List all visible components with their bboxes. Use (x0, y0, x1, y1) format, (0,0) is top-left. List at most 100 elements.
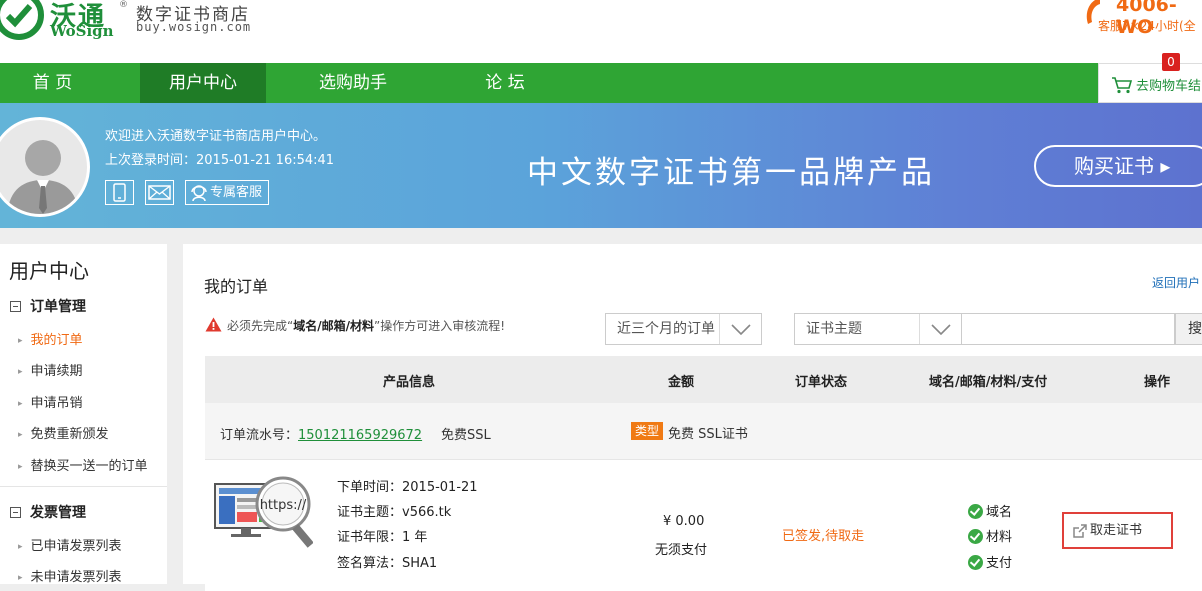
search-input[interactable] (961, 313, 1175, 345)
sidebar-item-reissue[interactable]: ▸ 免费重新颁发 (18, 423, 109, 442)
order-price: ¥ 0.00 (663, 514, 705, 529)
sidebar: 用户中心 订单管理 ▸ 我的订单 ▸ 申请续期 ▸ 申请吊销 ▸ 免费重新颁发 ▸ 替换买… (0, 244, 167, 585)
take-certificate-label: 取走证书 (1090, 523, 1143, 538)
check-payment: 支付 (968, 552, 1012, 571)
mobile-verify-button[interactable] (105, 180, 134, 205)
col-verification: 域名/邮箱/材料/支付 (929, 375, 1048, 390)
chevron-right-icon: ▸ (18, 573, 23, 583)
site-header: 沃通 WoSign ® 数字证书商店 buy.wosign.com 4006-W… (0, 0, 1202, 63)
type-badge: 类型 (631, 422, 664, 440)
page-title: 我的订单 (204, 277, 269, 296)
signature-algorithm: 签名算法：SHA1 (337, 556, 438, 571)
nav-home[interactable]: 首 页 (0, 63, 105, 103)
order-serial: 订单流水号：150121165929672 (220, 424, 422, 443)
chevron-right-icon: ▸ (18, 336, 23, 346)
sidebar-item-label: 未申请发票列表 (30, 570, 122, 585)
order-product: 免费SSL (441, 428, 491, 443)
period-filter-select[interactable]: 近三个月的订单 (605, 313, 762, 345)
check-circle-icon (968, 529, 983, 544)
chevron-right-icon: ▸ (18, 430, 23, 440)
order-time: 下单时间：2015-01-21 (337, 480, 478, 495)
order-serial-label: 订单流水号： (220, 428, 299, 443)
user-banner: 欢迎进入沃通数字证书商店用户中心。 上次登录时间：2015-01-21 16:5… (0, 103, 1202, 228)
cert-subject: 证书主题：v566.tk (337, 505, 452, 520)
col-product-info: 产品信息 (383, 375, 436, 390)
hotline-hours: 客服7×24小时(全 (1098, 19, 1196, 33)
customer-service-icon (191, 185, 207, 202)
orders-panel: 我的订单 返回用户 必须先完成“域名/邮箱/材料”操作方可进入审核流程! 近三个… (183, 244, 1202, 591)
chevron-down-icon (919, 314, 961, 344)
payment-note: 无须支付 (655, 543, 708, 558)
cart-count-badge: 0 (1162, 53, 1180, 71)
avatar (0, 117, 90, 217)
cart-button[interactable]: 0 去购物车结 (1098, 53, 1202, 103)
email-verify-button[interactable] (145, 180, 174, 205)
chevron-right-icon: ▸ (18, 462, 23, 472)
cart-label: 去购物车结 (1136, 79, 1202, 94)
workflow-notice: 必须先完成“域名/邮箱/材料”操作方可进入审核流程! (205, 317, 505, 334)
orders-table-header: 产品信息 金额 订单状态 域名/邮箱/材料/支付 操作 (205, 356, 1202, 403)
sidebar-item-invoices-requested[interactable]: ▸ 已申请发票列表 (18, 535, 122, 554)
notice-prefix: 必须先完成“ (227, 319, 294, 333)
wosign-logo-icon[interactable] (0, 0, 44, 40)
sidebar-item-label: 替换买一送一的订单 (30, 459, 148, 474)
chevron-right-icon: ▸ (18, 367, 23, 377)
sidebar-item-label: 免费重新颁发 (30, 427, 109, 442)
order-detail-row: https:// 下单时间：2015-01-21 证书主题：v566.tk 证书… (205, 461, 1202, 591)
warning-icon (205, 317, 222, 332)
sidebar-item-invoices-unrequested[interactable]: ▸ 未申请发票列表 (18, 566, 122, 585)
search-field-select[interactable]: 证书主题 (794, 313, 962, 345)
nav-buying-guide[interactable]: 选购助手 (290, 63, 416, 103)
notice-emphasis: 域名/邮箱/材料 (293, 319, 374, 333)
check-circle-icon (968, 504, 983, 519)
sidebar-divider (0, 486, 167, 487)
check-label: 材料 (986, 530, 1013, 545)
thumbnail-https-text: https:// (260, 498, 307, 513)
sidebar-item-renewal[interactable]: ▸ 申请续期 (18, 360, 83, 379)
sidebar-item-label: 我的订单 (30, 333, 83, 348)
main-nav: 首 页 用户中心 选购助手 论 坛 (0, 63, 1202, 103)
col-amount: 金额 (668, 375, 695, 390)
check-label: 域名 (986, 505, 1013, 520)
nav-user-center[interactable]: 用户中心 (140, 63, 266, 103)
sidebar-title: 用户中心 (9, 259, 89, 283)
sidebar-item-revoke[interactable]: ▸ 申请吊销 (18, 392, 83, 411)
check-material: 材料 (968, 526, 1012, 545)
sidebar-group-label: 发票管理 (30, 505, 86, 521)
nav-forum[interactable]: 论 坛 (442, 63, 568, 103)
avatar-silhouette-icon (7, 140, 79, 214)
order-serial-link[interactable]: 150121165929672 (298, 428, 422, 443)
export-icon (1073, 524, 1087, 538)
search-button[interactable]: 搜 (1175, 313, 1202, 345)
check-circle-icon (968, 555, 983, 570)
welcome-text: 欢迎进入沃通数字证书商店用户中心。 (105, 129, 327, 144)
chevron-down-icon (719, 314, 761, 344)
check-label: 支付 (986, 556, 1013, 571)
sidebar-group-invoices[interactable]: 发票管理 (10, 502, 86, 522)
order-type: 免费 SSL证书 (668, 427, 748, 442)
email-icon (148, 185, 171, 200)
logo-text-en: WoSign (50, 22, 114, 40)
take-certificate-button[interactable]: 取走证书 (1062, 512, 1173, 549)
sidebar-group-orders[interactable]: 订单管理 (10, 296, 86, 316)
sidebar-item-label: 申请吊销 (30, 396, 83, 411)
buy-certificate-button[interactable]: 购买证书 ▸ (1034, 145, 1202, 187)
dedicated-service-label: 专属客服 (210, 185, 263, 200)
check-domain: 域名 (968, 501, 1012, 520)
shop-url: buy.wosign.com (136, 20, 252, 34)
sidebar-item-replace-bogo[interactable]: ▸ 替换买一送一的订单 (18, 455, 148, 474)
chevron-right-icon: ▸ (18, 542, 23, 552)
last-login-text: 上次登录时间：2015-01-21 16:54:41 (105, 153, 335, 168)
logo-registered-mark: ® (119, 0, 128, 10)
period-filter-value: 近三个月的订单 (617, 321, 715, 337)
sidebar-item-label: 已申请发票列表 (30, 539, 122, 554)
collapse-icon (10, 507, 21, 518)
back-to-user-center-link[interactable]: 返回用户 (1152, 274, 1200, 291)
sidebar-item-my-orders[interactable]: ▸ 我的订单 (18, 329, 83, 348)
banner-slogan: 中文数字证书第一品牌产品 (527, 155, 935, 191)
sidebar-item-label: 申请续期 (30, 364, 83, 379)
mobile-phone-icon (113, 183, 126, 202)
dedicated-service-button[interactable]: 专属客服 (185, 180, 269, 205)
col-actions: 操作 (1144, 375, 1171, 390)
order-summary-row: 订单流水号：150121165929672 免费SSL 类型 免费 SSL证书 (205, 403, 1202, 460)
